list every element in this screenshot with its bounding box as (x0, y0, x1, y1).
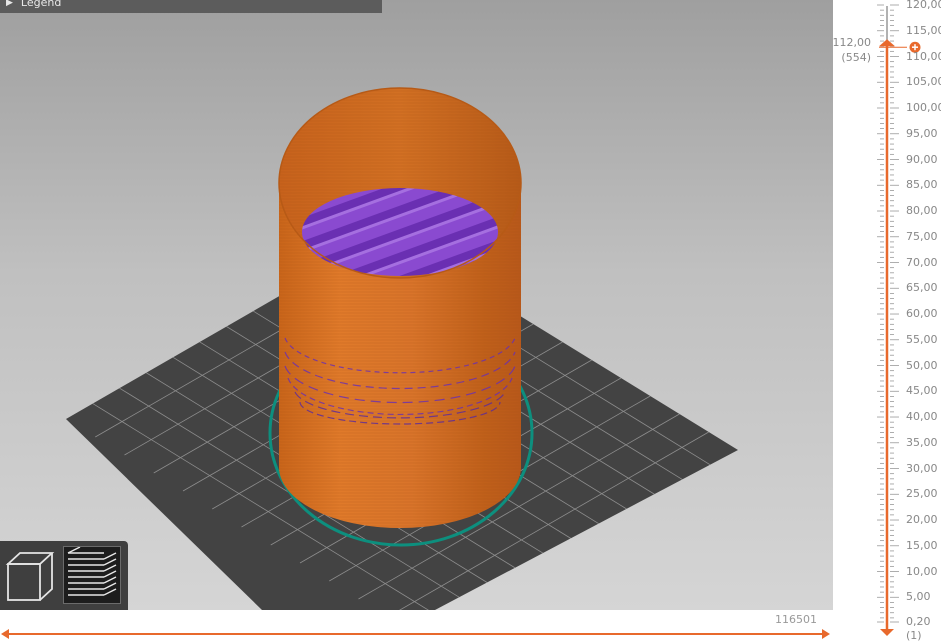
height-tick-label: 80,00 (906, 204, 938, 217)
move-slider[interactable]: 116501 (0, 610, 833, 641)
cube-icon (5, 552, 55, 601)
lower-thumb-handle (880, 629, 894, 636)
move-slider-track (1, 629, 830, 639)
height-tick-label: 120,00 (906, 0, 941, 11)
3d-viewport[interactable]: ▶ Legend (0, 0, 833, 610)
view-toggle-panel (0, 541, 128, 610)
height-tick-label: 100,00 (906, 101, 941, 114)
height-tick-label: 115,00 (906, 23, 941, 37)
preview-layers-button[interactable] (63, 546, 121, 604)
height-tick-label: 110,00 (906, 49, 941, 63)
triangle-right-icon: ▶ (6, 0, 13, 8)
height-tick-label: 75,00 (906, 229, 938, 243)
layer-slider[interactable]: 120,00 115,00 110,00 105,00 100,00 95,00 90,00… (833, 0, 941, 641)
height-tick-label: 45,00 (906, 384, 938, 398)
printed-cylinder (278, 87, 522, 528)
3d-view-button[interactable] (2, 546, 60, 604)
height-tick-label: 0,20 (906, 615, 931, 628)
current-height-label: 112,00 (832, 36, 872, 49)
current-layer-label: (554) (841, 51, 871, 64)
height-tick-label: 60,00 (906, 307, 938, 320)
height-tick-label: 30,00 (906, 461, 938, 475)
height-tick-label: 50,00 (906, 358, 938, 372)
height-tick-label: 105,00 (906, 75, 941, 89)
height-tick-label: 55,00 (906, 332, 938, 346)
move-slider-right-handle (822, 629, 830, 639)
height-tick-label: 15,00 (906, 538, 938, 552)
height-tick-label: 70,00 (906, 255, 938, 269)
height-tick-label: 65,00 (906, 281, 938, 295)
height-tick-label: 10,00 (906, 564, 938, 578)
legend-label: Legend (20, 0, 62, 9)
height-tick-label: 25,00 (906, 487, 938, 501)
layers-stack-icon (67, 546, 117, 596)
height-tick-label: 85,00 (906, 178, 938, 192)
height-tick-label: 20,00 (906, 513, 938, 527)
legend-toggle[interactable]: ▶ Legend (0, 0, 382, 13)
height-tick-label: 5,00 (906, 590, 931, 604)
top-infill (302, 188, 498, 276)
height-tick-label: 90,00 (906, 152, 938, 166)
move-slider-left-handle (1, 629, 9, 639)
height-tick-label: 95,00 (906, 126, 938, 140)
height-tick-label: 40,00 (906, 410, 938, 424)
upper-thumb-handle (879, 39, 895, 47)
height-tick-label: 35,00 (906, 435, 938, 449)
bottom-layer-index: (1) (906, 629, 922, 642)
scene-render (66, 87, 738, 610)
